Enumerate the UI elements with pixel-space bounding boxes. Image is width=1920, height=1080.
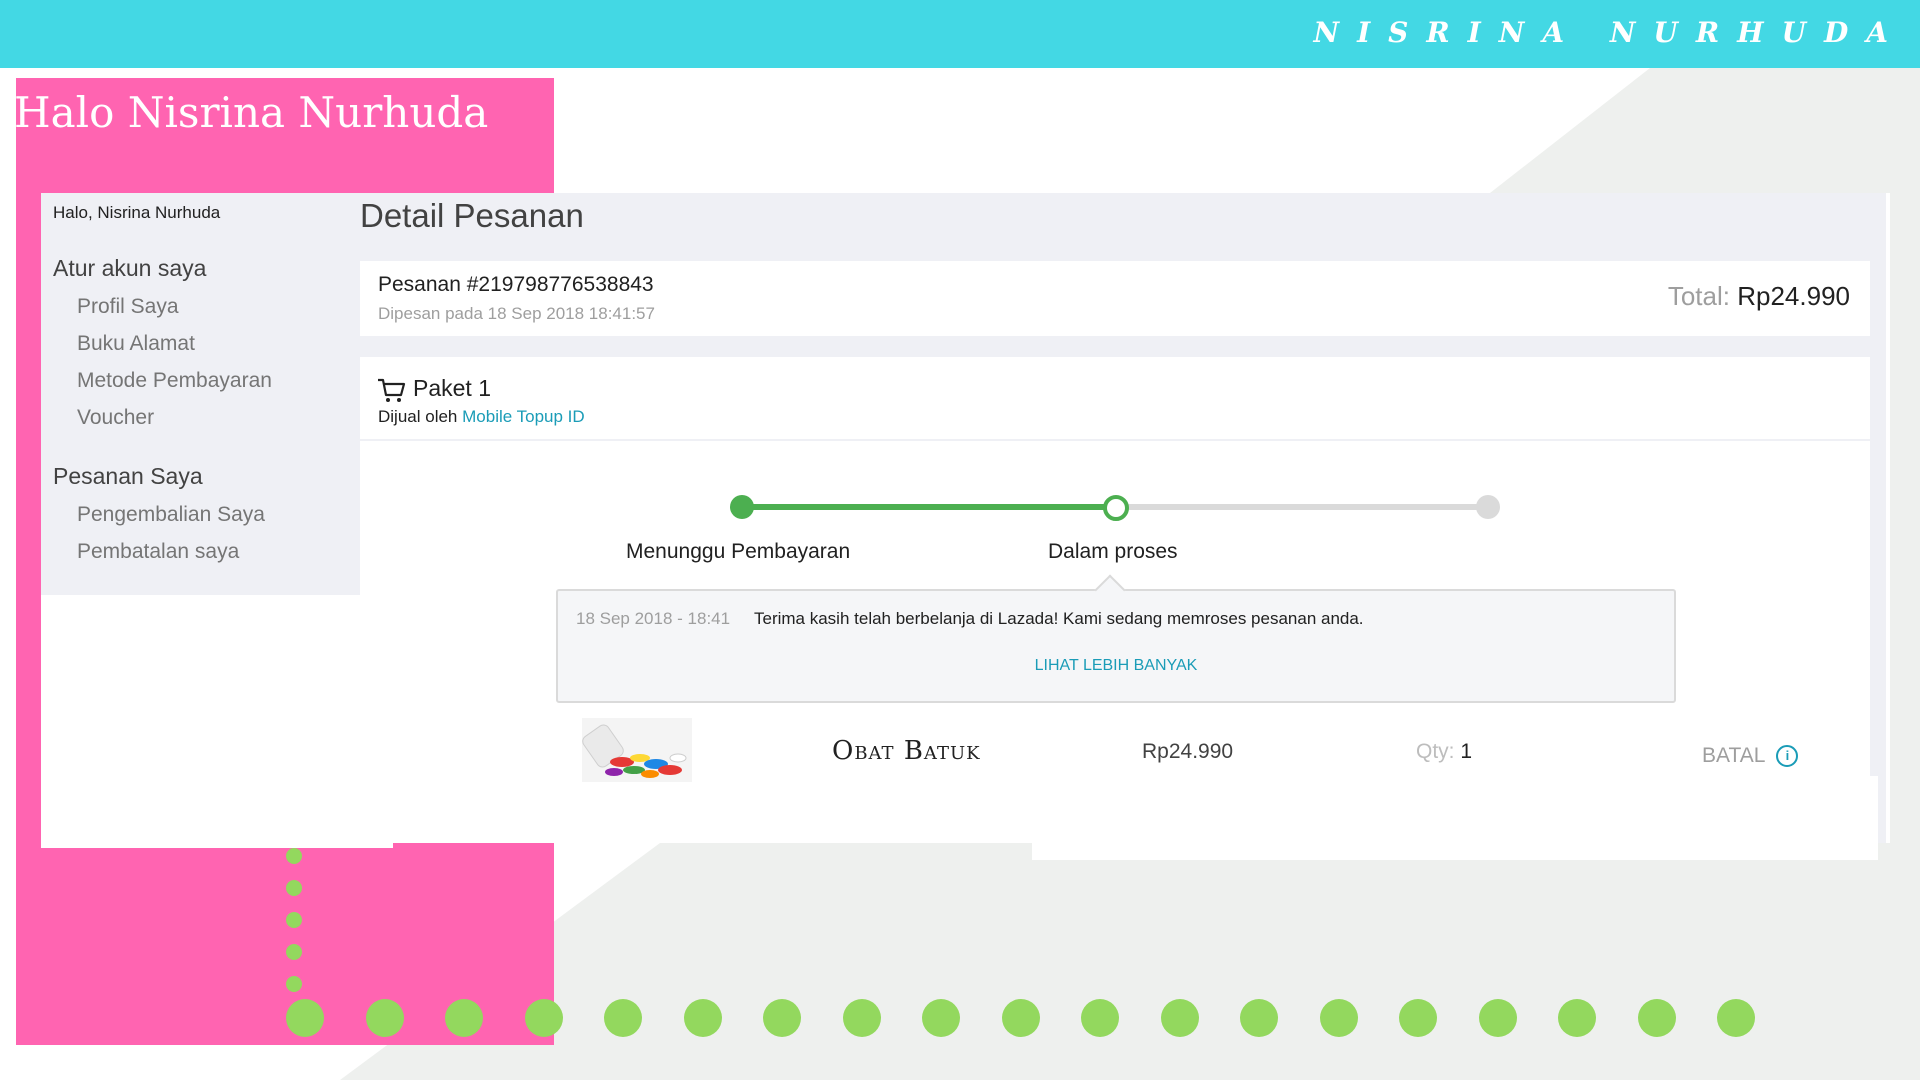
seller-link[interactable]: Mobile Topup ID — [462, 407, 585, 426]
order-total: Total: Rp24.990 — [1668, 281, 1850, 312]
decor-dot — [1478, 999, 1517, 1037]
product-price: Rp24.990 — [1142, 740, 1234, 763]
decor-dot — [286, 880, 302, 896]
decor-dot — [683, 999, 722, 1037]
history-message: Terima kasih telah berbelanja di Lazada!… — [754, 609, 1364, 628]
decor-dot — [1717, 999, 1755, 1037]
cart-icon — [378, 378, 406, 402]
decor-dot — [922, 999, 960, 1037]
order-detail-panel: Detail Pesanan Pesanan #219798776538843 … — [360, 193, 1886, 843]
decor-dot — [286, 999, 324, 1037]
order-summary-card: Pesanan #219798776538843 Dipesan pada 18… — [360, 261, 1870, 336]
decor-dot — [1240, 999, 1278, 1037]
top-banner: NISRINA NURHUDA — [0, 0, 1920, 68]
decor-dot — [842, 999, 881, 1037]
page-title: Detail Pesanan — [360, 197, 584, 234]
info-icon[interactable]: i — [1776, 745, 1799, 767]
product-name[interactable]: Obat Batuk — [832, 736, 981, 766]
decor-dot — [286, 944, 302, 960]
step-label-waiting-payment: Menunggu Pembayaran — [626, 540, 851, 563]
decor-dot — [365, 999, 404, 1037]
white-overlay-block — [1032, 776, 1878, 860]
order-number: Pesanan #219798776538843 — [378, 273, 654, 296]
sidebar-item-profile[interactable]: Profil Saya — [77, 295, 179, 319]
account-sidebar: Halo, Nisrina Nurhuda Atur akun saya Pro… — [41, 193, 360, 595]
decor-dot — [1001, 999, 1040, 1037]
step-dot-next — [1476, 495, 1500, 519]
sidebar-item-voucher[interactable]: Voucher — [77, 406, 154, 430]
sidebar-greeting: Halo, Nisrina Nurhuda — [53, 203, 221, 222]
cancel-button[interactable]: BATAL i — [1702, 744, 1799, 768]
product-qty: Qty: 1 — [1416, 740, 1472, 764]
decor-dot — [286, 848, 302, 864]
seller-prefix: Dijual oleh — [378, 407, 458, 426]
qty-label: Qty: — [1416, 740, 1455, 763]
cancel-label: BATAL — [1702, 744, 1765, 767]
sidebar-item-payment-method[interactable]: Metode Pembayaran — [77, 369, 272, 393]
total-value: Rp24.990 — [1737, 281, 1850, 311]
total-label: Total: — [1667, 281, 1730, 311]
sidebar-section-orders[interactable]: Pesanan Saya — [53, 463, 203, 490]
brand-title: NISRINA NURHUDA — [1313, 16, 1906, 49]
step-dot-done — [730, 495, 754, 519]
package-header: Paket 1 Dijual oleh Mobile Topup ID — [360, 357, 1870, 441]
order-history-box: 18 Sep 2018 - 18:41 Terima kasih telah b… — [556, 574, 1676, 703]
decor-dot — [445, 999, 483, 1037]
progress-line-done — [742, 504, 1116, 510]
order-date: Dipesan pada 18 Sep 2018 18:41:57 — [378, 304, 655, 323]
sidebar-item-cancellations[interactable]: Pembatalan saya — [77, 540, 239, 564]
see-more-link[interactable]: LIHAT LEBIH BANYAK — [558, 657, 1674, 675]
sidebar-item-address-book[interactable]: Buku Alamat — [77, 332, 195, 356]
decor-dot — [524, 999, 563, 1037]
sidebar-blank-area — [41, 595, 393, 848]
decor-dot — [604, 999, 642, 1037]
decor-dot — [1558, 999, 1596, 1037]
progress-line-pending — [1116, 504, 1488, 510]
decor-dot — [286, 976, 302, 992]
decor-dot — [286, 912, 302, 928]
package-title: Paket 1 — [413, 375, 491, 401]
decor-dot — [1319, 999, 1358, 1037]
step-dot-current — [1103, 495, 1129, 521]
decor-dot — [1399, 999, 1437, 1037]
decor-dot — [1637, 999, 1676, 1037]
decor-dot — [763, 999, 801, 1037]
history-time: 18 Sep 2018 - 18:41 — [576, 609, 731, 628]
seller-info: Dijual oleh Mobile Topup ID — [378, 407, 585, 427]
step-label-processing: Dalam proses — [1048, 540, 1178, 563]
greeting-banner: Halo Nisrina Nurhuda — [14, 88, 489, 137]
decor-dot — [1081, 999, 1119, 1037]
product-thumbnail — [582, 718, 692, 782]
sidebar-item-returns[interactable]: Pengembalian Saya — [77, 503, 265, 527]
decor-dot — [1160, 999, 1199, 1037]
qty-value: 1 — [1460, 740, 1473, 763]
sidebar-section-account[interactable]: Atur akun saya — [53, 255, 206, 282]
